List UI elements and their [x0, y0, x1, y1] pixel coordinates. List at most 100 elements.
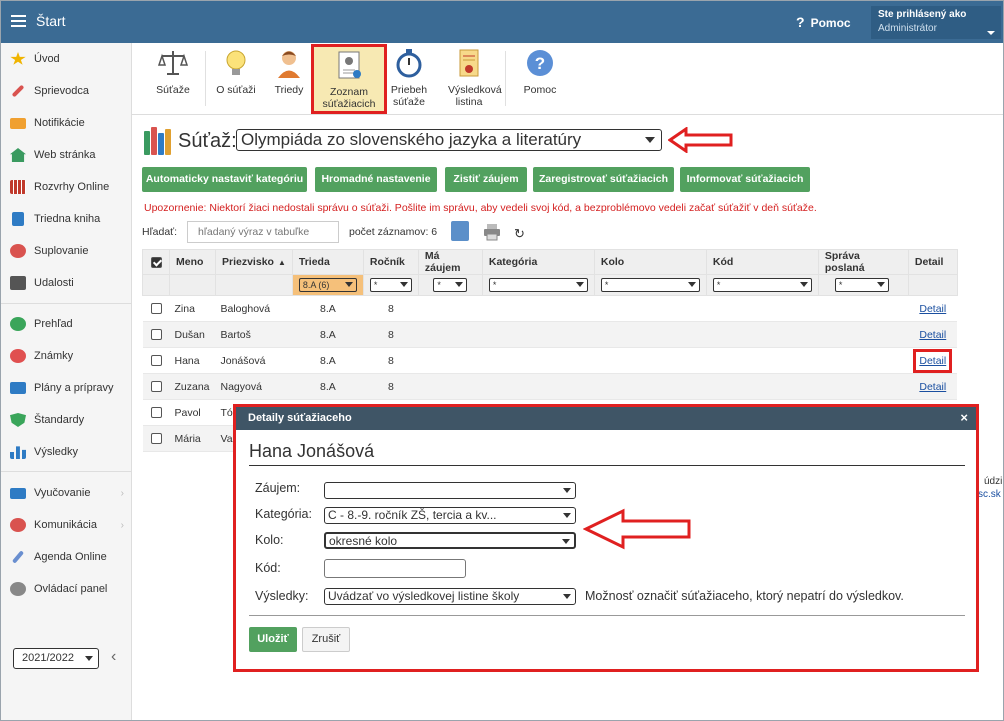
filter-trieda-select[interactable]: 8.A (6)	[298, 278, 357, 292]
row-select	[142, 295, 170, 322]
search-input[interactable]	[187, 221, 339, 243]
col-detail: Detail	[907, 249, 958, 275]
auto-category-button[interactable]: Automaticky nastaviť kategóriu	[142, 167, 307, 192]
cell-empty	[482, 321, 595, 348]
sidebar-item-uvod[interactable]: Úvod	[10, 49, 128, 69]
cell-empty	[818, 347, 909, 374]
sidebar-item-standardy[interactable]: Štandardy	[10, 410, 128, 430]
year-select[interactable]: 2021/2022	[13, 648, 99, 669]
row-checkbox[interactable]	[150, 381, 162, 393]
filter-zaujem-select[interactable]: *	[433, 278, 468, 292]
detail-link[interactable]: Detail	[919, 355, 946, 367]
category-label: Kategória:	[255, 507, 312, 521]
col-kategoria[interactable]: Kategória	[481, 249, 595, 275]
save-button[interactable]: Uložiť	[249, 627, 297, 652]
filter-kategoria-select[interactable]: *	[488, 278, 588, 292]
row-checkbox[interactable]	[150, 433, 162, 445]
row-checkbox[interactable]	[150, 303, 162, 315]
toolbar-sutaze[interactable]: Súťaže	[146, 47, 200, 111]
chevron-right-icon: ›	[120, 519, 124, 531]
toolbar-vysledkova-listina[interactable]: Výsledková listina	[442, 47, 502, 111]
sidebar-item-rozvrhy[interactable]: Rozvrhy Online	[10, 177, 128, 197]
detail-link[interactable]: Detail	[919, 303, 946, 315]
cell-rocnik: 8	[363, 373, 419, 400]
refresh-icon[interactable]: ↻	[514, 226, 525, 242]
chevron-down-icon	[344, 282, 353, 287]
results-select[interactable]: Uvádzať vo výsledkovej listine školy	[324, 588, 576, 605]
filter-cell: *	[417, 274, 483, 296]
filter-cell	[142, 274, 170, 296]
student-icon	[278, 51, 300, 78]
sidebar-item-triedna-kniha[interactable]: Triedna kniha	[10, 209, 128, 229]
cell-priezvisko: Jonášová	[215, 347, 293, 374]
toolbar-priebeh-sutaze[interactable]: Priebeh súťaže	[386, 47, 432, 111]
sidebar-item-znamky[interactable]: Známky	[10, 346, 128, 366]
sidebar-item-agenda[interactable]: Agenda Online	[10, 547, 128, 567]
sidebar-item-komunikacia[interactable]: Komunikácia ›	[10, 515, 128, 535]
sidebar-item-plany[interactable]: Plány a prípravy	[10, 378, 128, 398]
user-menu[interactable]: Ste prihlásený ako Administrátor	[871, 6, 1001, 39]
register-contestants-button[interactable]: Zaregistrovať súťažiacich	[533, 167, 674, 192]
round-select[interactable]: okresné kolo	[324, 532, 576, 549]
shield-check-icon	[10, 413, 26, 427]
filter-kod-select[interactable]: *	[712, 278, 812, 292]
columns-icon[interactable]	[451, 221, 469, 241]
find-interest-button[interactable]: Zistiť záujem	[445, 167, 527, 192]
col-trieda[interactable]: Trieda	[291, 249, 364, 275]
col-rocnik[interactable]: Ročník	[362, 249, 419, 275]
detail-link[interactable]: Detail	[919, 381, 946, 393]
bulk-settings-button[interactable]: Hromadné nastavenie	[315, 167, 437, 192]
filter-kolo-select[interactable]: *	[600, 278, 700, 292]
row-checkbox[interactable]	[150, 355, 162, 367]
col-priezvisko[interactable]: Priezvisko ▲	[215, 249, 293, 275]
col-kod[interactable]: Kód	[705, 249, 819, 275]
col-sprava-poslana[interactable]: Správa poslaná	[817, 249, 909, 275]
cancel-button[interactable]: Zrušiť	[302, 627, 350, 652]
pen-icon	[11, 550, 25, 564]
sidebar-item-notifikacie[interactable]: Notifikácie	[10, 113, 128, 133]
sidebar-item-sprievodca[interactable]: Sprievodca	[10, 81, 128, 101]
print-icon[interactable]	[483, 223, 501, 241]
col-kolo[interactable]: Kolo	[593, 249, 707, 275]
cell-trieda: 8.A	[292, 347, 364, 374]
filter-rocnik-select[interactable]: *	[369, 278, 412, 292]
cell-meno: Mária	[169, 425, 216, 452]
select-all-header[interactable]	[142, 249, 170, 275]
sidebar-item-web[interactable]: Web stránka	[10, 145, 128, 165]
toolbar-triedy[interactable]: Triedy	[266, 47, 312, 111]
sidebar-item-vysledky[interactable]: Výsledky	[10, 442, 128, 462]
cell-detail: Detail	[908, 347, 958, 374]
cell-rocnik: 8	[363, 295, 419, 322]
sidebar-item-prehlad[interactable]: Prehľad	[10, 314, 128, 334]
dialog-divider	[249, 465, 965, 466]
sidebar-item-vyucovanie[interactable]: Vyučovanie ›	[10, 483, 128, 503]
cell-rocnik: 8	[363, 321, 419, 348]
sidebar-item-ovladaci-panel[interactable]: Ovládací panel	[10, 579, 128, 599]
menu-icon[interactable]	[11, 15, 26, 27]
user-role: Administrátor	[878, 23, 937, 34]
inform-contestants-button[interactable]: Informovať súťažiacich	[680, 167, 810, 192]
close-icon[interactable]: ×	[960, 410, 968, 425]
row-checkbox[interactable]	[150, 329, 162, 341]
col-meno[interactable]: Meno	[169, 249, 216, 275]
collapse-sidebar-icon[interactable]: ‹	[111, 648, 116, 666]
table-row: Hana Jonášová 8.A 8 Detail	[142, 347, 958, 374]
row-checkbox[interactable]	[150, 407, 162, 419]
toolbar-pomoc[interactable]: ? Pomoc	[517, 47, 563, 111]
round-label: Kolo:	[255, 533, 284, 547]
col-ma-zaujem[interactable]: Má záujem	[417, 249, 483, 275]
select-all-checkbox[interactable]	[150, 256, 162, 268]
category-select[interactable]: C - 8.-9. ročník ZŠ, tercia a kv...	[324, 507, 576, 524]
contest-select[interactable]: Olympiáda zo slovenského jazyka a litera…	[236, 129, 662, 151]
sidebar-item-suplovanie[interactable]: Suplovanie	[10, 241, 128, 261]
filter-sprava-select[interactable]: *	[834, 278, 889, 292]
toolbar-o-sutazi[interactable]: O súťaži	[210, 47, 262, 111]
sidebar-item-udalosti[interactable]: Udalosti	[10, 273, 128, 293]
chat-icon	[10, 518, 26, 532]
search-label: Hľadať:	[142, 226, 178, 238]
help-button[interactable]: ? Pomoc	[796, 14, 851, 30]
detail-link[interactable]: Detail	[919, 329, 946, 341]
interest-select[interactable]	[324, 482, 576, 499]
toolbar-zoznam-sutaziacich[interactable]: Zoznam súťažiacich	[311, 44, 387, 114]
code-input[interactable]	[324, 559, 466, 578]
